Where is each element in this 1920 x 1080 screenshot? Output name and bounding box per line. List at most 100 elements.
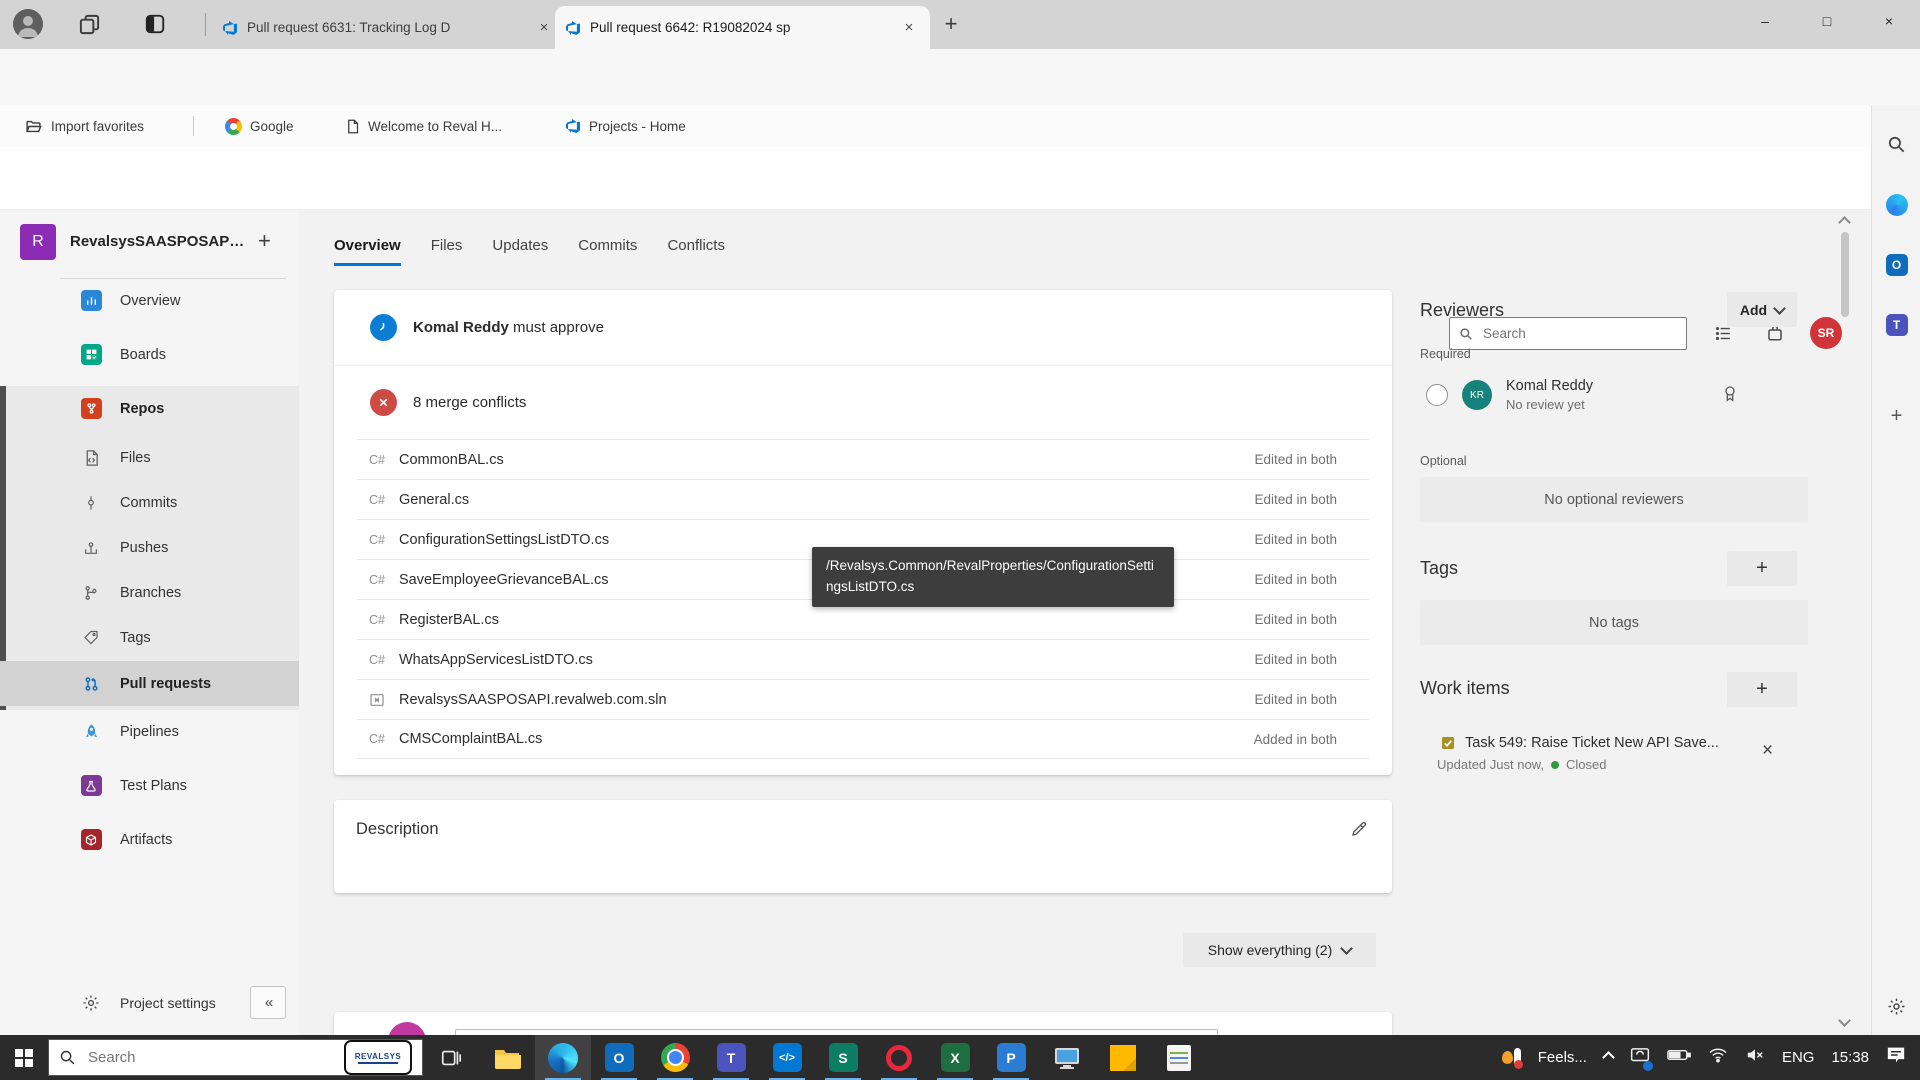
taskbar-app-chrome[interactable] [647, 1035, 703, 1080]
taskbar-app-edge[interactable] [535, 1035, 591, 1080]
taskbar-app-excel[interactable]: X [927, 1035, 983, 1080]
taskbar-app-opera[interactable] [871, 1035, 927, 1080]
file-name[interactable]: RevalsysSAASPOSAPI.revalweb.com.sln [399, 692, 667, 708]
edit-pencil-icon[interactable] [1350, 820, 1368, 843]
file-name[interactable]: ConfigurationSettingsListDTO.cs [399, 532, 609, 548]
reviewer-radio[interactable] [1426, 384, 1448, 406]
conflict-file-row[interactable]: C# General.cs Edited in both [357, 479, 1369, 519]
window-maximize-button[interactable]: □ [1796, 0, 1858, 42]
conflict-file-row[interactable]: RevalsysSAASPOSAPI.revalweb.com.sln Edit… [357, 679, 1369, 719]
scroll-up-icon[interactable] [1840, 214, 1849, 232]
bookmark-google[interactable]: Google [225, 105, 294, 147]
sidebar-add-icon[interactable]: + [1885, 405, 1908, 428]
sidebar-item-pipelines[interactable]: Pipelines [0, 709, 299, 754]
work-item-row[interactable]: Task 549: Raise Ticket New API Save... [1440, 735, 1719, 751]
file-name[interactable]: General.cs [399, 492, 469, 508]
sidebar-item-tags[interactable]: Tags [0, 615, 299, 660]
teams-icon[interactable]: T [1885, 313, 1908, 336]
ado-search-box[interactable] [1449, 317, 1687, 350]
taskbar-search-input[interactable] [86, 1048, 334, 1067]
sidebar-item-pushes[interactable]: Pushes [0, 525, 299, 570]
battery-icon[interactable] [1667, 1048, 1691, 1067]
add-tag-button[interactable]: + [1727, 551, 1797, 586]
tab-close-icon[interactable]: × [898, 17, 920, 39]
sidebar-collapse-button[interactable]: « [250, 986, 286, 1019]
marketplace-bag-icon[interactable] [1766, 324, 1784, 347]
volume-muted-icon[interactable] [1745, 1047, 1765, 1068]
sidebar-item-repos[interactable]: Repos [0, 386, 299, 431]
start-button[interactable] [0, 1035, 48, 1080]
conflict-file-row[interactable]: C# WhatsAppServicesListDTO.cs Edited in … [357, 639, 1369, 679]
window-minimize-button[interactable]: – [1734, 0, 1796, 42]
tab-close-icon[interactable]: × [533, 17, 555, 39]
taskbar-app-outlook[interactable]: O [591, 1035, 647, 1080]
notification-center-icon[interactable] [1886, 1046, 1906, 1069]
scrollbar-thumb[interactable] [1841, 232, 1849, 317]
conflict-file-row[interactable]: C# CommonBAL.cs Edited in both [357, 439, 1369, 479]
tab-conflicts[interactable]: Conflicts [667, 237, 725, 266]
sidebar-settings-gear-icon[interactable] [1885, 995, 1908, 1018]
add-reviewer-button[interactable]: Add [1727, 292, 1797, 327]
tab-panel-icon[interactable] [144, 13, 166, 40]
sidebar-item-boards[interactable]: Boards [0, 332, 299, 377]
taskbar-app-green[interactable]: S [815, 1035, 871, 1080]
file-name[interactable]: RegisterBAL.cs [399, 612, 499, 628]
tab-commits[interactable]: Commits [578, 237, 637, 266]
show-everything-button[interactable]: Show everything (2) [1183, 933, 1376, 967]
weather-text[interactable]: Feels... [1538, 1049, 1587, 1066]
browser-tab-inactive[interactable]: Pull request 6631: Tracking Log D × [212, 6, 565, 49]
taskbar-app-remote-desktop[interactable] [1039, 1035, 1095, 1080]
scroll-down-icon[interactable] [1840, 1012, 1849, 1030]
task-view-button[interactable] [423, 1035, 479, 1080]
sidebar-item-commits[interactable]: Commits [0, 480, 299, 525]
remove-work-item-icon[interactable]: × [1762, 740, 1773, 762]
m365-copilot-icon[interactable] [1885, 193, 1908, 216]
add-work-item-button[interactable]: + [1727, 672, 1797, 707]
file-name[interactable]: SaveEmployeeGrievanceBAL.cs [399, 572, 609, 588]
sidebar-item-branches[interactable]: Branches [0, 570, 299, 615]
browser-profile-icon[interactable] [13, 9, 43, 39]
file-name[interactable]: CommonBAL.cs [399, 452, 504, 468]
taskbar-app-teams[interactable]: T [703, 1035, 759, 1080]
bookmark-projects-home[interactable]: Projects - Home [565, 105, 686, 147]
user-avatar[interactable]: SR [1810, 317, 1842, 349]
file-name[interactable]: WhatsAppServicesListDTO.cs [399, 652, 593, 668]
reviewer-row[interactable]: KR Komal Reddy No review yet [1426, 378, 1593, 412]
work-item-title[interactable]: Task 549: Raise Ticket New API Save... [1465, 735, 1719, 751]
file-name[interactable]: CMSComplaintBAL.cs [399, 731, 542, 747]
sidebar-item-overview[interactable]: Overview [0, 278, 299, 323]
tab-updates[interactable]: Updates [492, 237, 548, 266]
reviewer-name[interactable]: Komal Reddy [1506, 378, 1593, 394]
clock[interactable]: 15:38 [1831, 1049, 1869, 1066]
wifi-icon[interactable] [1708, 1047, 1728, 1068]
bookmark-welcome-reval[interactable]: Welcome to Reval H... [345, 105, 502, 147]
taskbar-app-vscode[interactable]: </> [759, 1035, 815, 1080]
new-tab-button[interactable]: + [938, 12, 964, 36]
project-avatar[interactable]: R [20, 224, 56, 260]
hidden-icons-chevron[interactable] [1604, 1049, 1613, 1067]
sidebar-item-files[interactable]: Files [0, 435, 299, 480]
sidebar-item-artifacts[interactable]: Artifacts [0, 817, 299, 862]
tab-files[interactable]: Files [431, 237, 463, 266]
workspaces-icon[interactable] [78, 13, 101, 41]
tab-overview[interactable]: Overview [334, 237, 401, 266]
sidebar-search-icon[interactable] [1885, 133, 1908, 156]
outlook-icon[interactable]: O [1885, 253, 1908, 276]
sidebar-item-test-plans[interactable]: Test Plans [0, 763, 299, 808]
conflict-file-row[interactable]: C# CMSComplaintBAL.cs Added in both [357, 719, 1369, 759]
project-name[interactable]: RevalsysSAASPOSAPI.r... [70, 233, 248, 250]
sidebar-item-pull-requests[interactable]: Pull requests [0, 661, 299, 706]
taskbar-search-box[interactable]: REVALSYS [48, 1039, 423, 1076]
browser-tab-active[interactable]: Pull request 6642: R19082024 sp × [555, 6, 930, 49]
add-project-icon[interactable]: + [258, 228, 271, 254]
bookmark-import-favorites[interactable]: Import favorites [24, 105, 144, 147]
ado-search-input[interactable] [1481, 325, 1655, 342]
weather-icon[interactable] [1502, 1048, 1521, 1067]
taskbar-app-file-explorer[interactable] [479, 1035, 535, 1080]
taskbar-app-sticky-notes[interactable] [1095, 1035, 1151, 1080]
my-work-icon[interactable] [1714, 325, 1733, 347]
taskbar-app-blue[interactable]: P [983, 1035, 1039, 1080]
cast-sync-icon[interactable] [1630, 1047, 1650, 1069]
taskbar-app-notes[interactable] [1151, 1035, 1207, 1080]
language-indicator[interactable]: ENG [1782, 1049, 1815, 1066]
